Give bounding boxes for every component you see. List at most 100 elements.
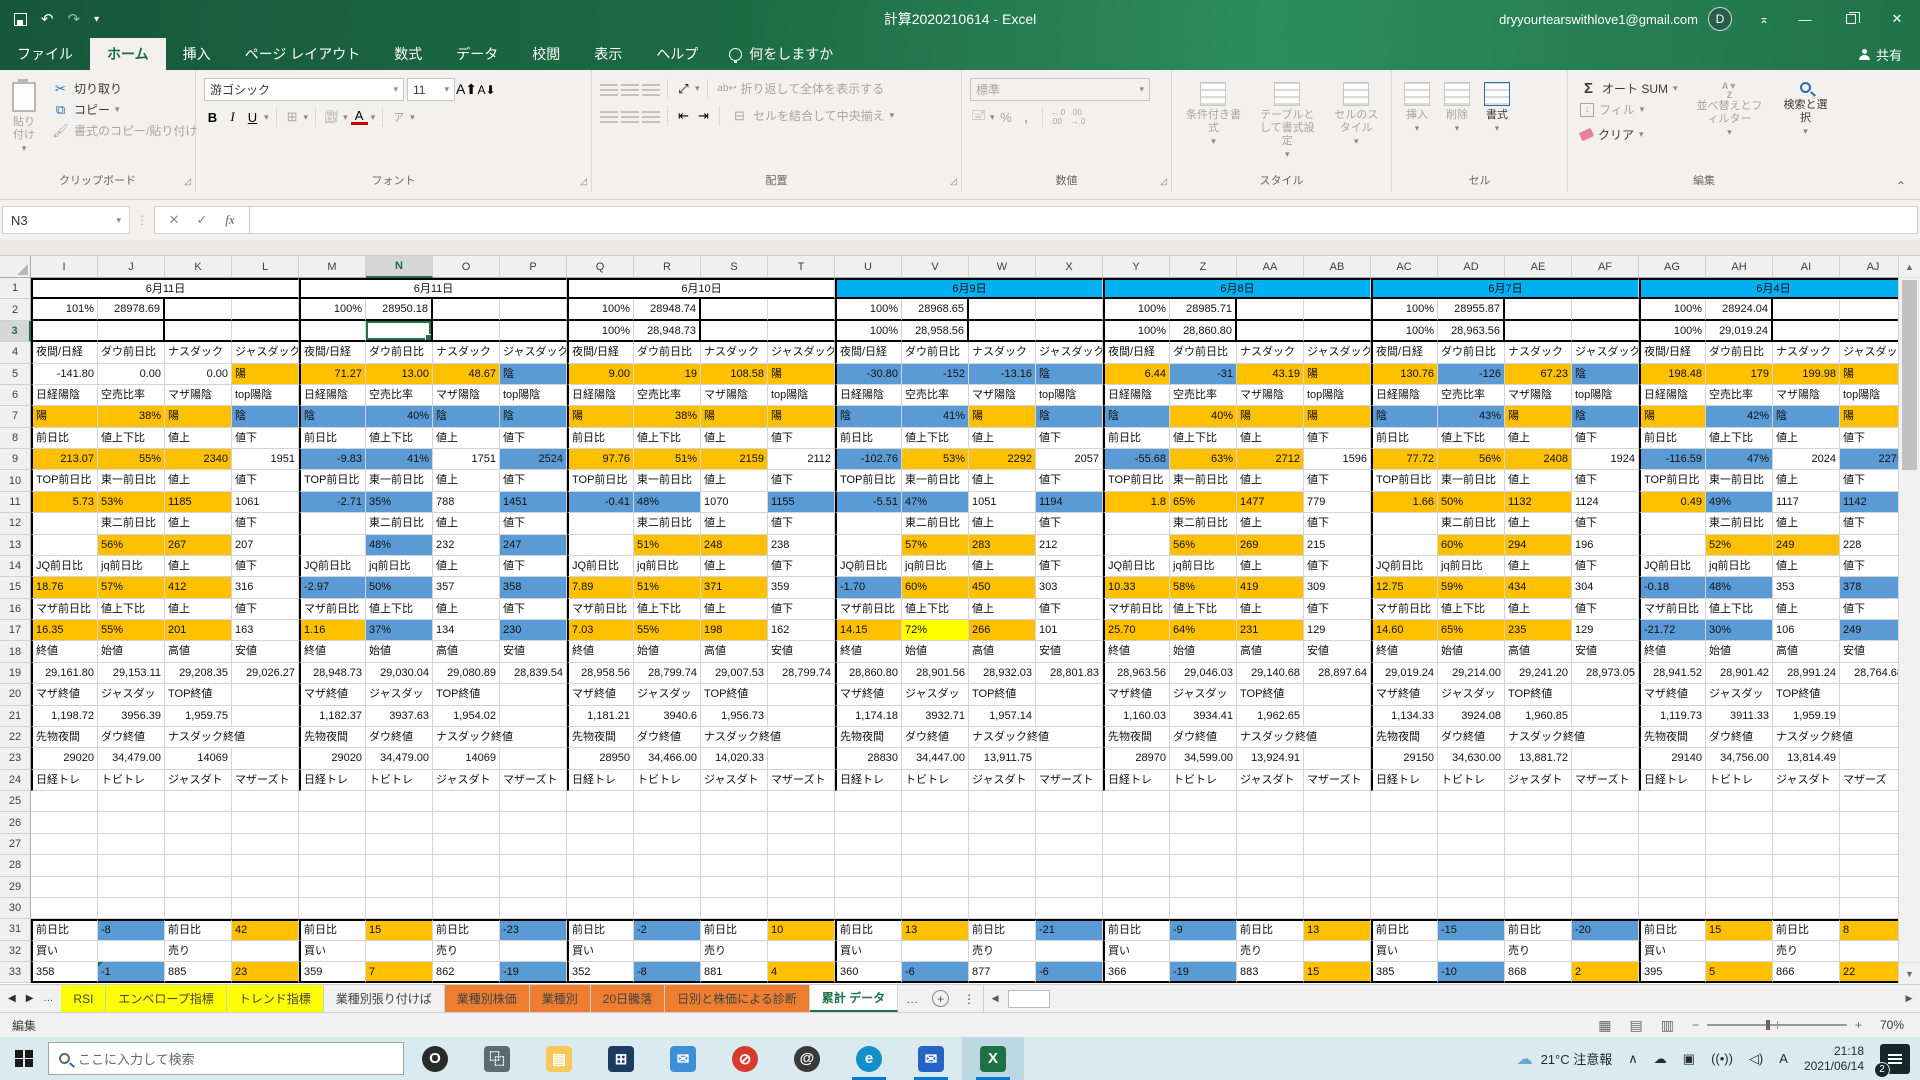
cell-AG1[interactable]: 6月4日 <box>1639 278 1898 299</box>
cell-AJ6[interactable]: top陽陰 <box>1840 385 1898 406</box>
cell-T31[interactable]: 10 <box>768 919 835 940</box>
column-header-AB[interactable]: AB <box>1304 256 1371 278</box>
cell-L25[interactable] <box>232 791 299 812</box>
cell-M24[interactable]: 日経トレ <box>299 770 366 791</box>
cell-AA3[interactable] <box>1237 321 1304 342</box>
cell-J9[interactable]: 55% <box>98 449 165 470</box>
cell-AF2[interactable] <box>1572 299 1639 320</box>
cell-AI22[interactable]: ナスダック終値 <box>1773 727 1898 748</box>
cell-P23[interactable] <box>500 748 567 769</box>
selected-cell-N3[interactable] <box>366 321 433 342</box>
cell-AD14[interactable]: jq前日比 <box>1438 556 1505 577</box>
cell-V13[interactable]: 57% <box>902 535 969 556</box>
cell-O6[interactable]: マザ陽陰 <box>433 385 500 406</box>
cell-AC3[interactable]: 100% <box>1371 321 1438 342</box>
cell-AG24[interactable]: 日経トレ <box>1639 770 1706 791</box>
cell-S29[interactable] <box>701 877 768 898</box>
cell-Z31[interactable]: -9 <box>1170 919 1237 940</box>
cell-AH25[interactable] <box>1706 791 1773 812</box>
cell-M32[interactable]: 買い <box>299 941 366 962</box>
cell-AH18[interactable]: 始値 <box>1706 641 1773 662</box>
cell-K2[interactable] <box>165 299 232 320</box>
cell-Z25[interactable] <box>1170 791 1237 812</box>
cell-R6[interactable]: 空売比率 <box>634 385 701 406</box>
cell-U27[interactable] <box>835 834 902 855</box>
cell-I13[interactable] <box>31 535 98 556</box>
cell-K28[interactable] <box>165 855 232 876</box>
cell-AD32[interactable] <box>1438 941 1505 962</box>
cell-I16[interactable]: マザ前日比 <box>31 599 98 620</box>
cell-S31[interactable]: 前日比 <box>701 919 768 940</box>
cell-W8[interactable]: 値上 <box>969 428 1036 449</box>
cell-AH24[interactable]: トビトレ <box>1706 770 1773 791</box>
cell-AJ2[interactable] <box>1840 299 1898 320</box>
cell-AH11[interactable]: 49% <box>1706 492 1773 513</box>
cell-O9[interactable]: 1751 <box>433 449 500 470</box>
cell-U28[interactable] <box>835 855 902 876</box>
cell-I12[interactable] <box>31 513 98 534</box>
cell-L16[interactable]: 値下 <box>232 599 299 620</box>
cell-AF31[interactable]: -20 <box>1572 919 1639 940</box>
cell-P19[interactable]: 28,839.54 <box>500 663 567 684</box>
cell-AI27[interactable] <box>1773 834 1840 855</box>
cell-Z9[interactable]: 63% <box>1170 449 1237 470</box>
sheet-tabs-overflow-icon[interactable]: … <box>898 985 926 1012</box>
cell-L12[interactable]: 値下 <box>232 513 299 534</box>
cell-Q5[interactable]: 9.00 <box>567 364 634 385</box>
cell-T28[interactable] <box>768 855 835 876</box>
cell-V32[interactable] <box>902 941 969 962</box>
column-header-W[interactable]: W <box>969 256 1036 278</box>
cell-J24[interactable]: トビトレ <box>98 770 165 791</box>
cell-AC9[interactable]: 77.72 <box>1371 449 1438 470</box>
cell-L17[interactable]: 163 <box>232 620 299 641</box>
cell-AA18[interactable]: 高値 <box>1237 641 1304 662</box>
cell-AI28[interactable] <box>1773 855 1840 876</box>
cell-J21[interactable]: 3956.39 <box>98 706 165 727</box>
cell-N5[interactable]: 13.00 <box>366 364 433 385</box>
column-header-AC[interactable]: AC <box>1371 256 1438 278</box>
cell-M6[interactable]: 日経陽陰 <box>299 385 366 406</box>
cell-AB19[interactable]: 28,897.64 <box>1304 663 1371 684</box>
cell-AB15[interactable]: 309 <box>1304 577 1371 598</box>
cell-T27[interactable] <box>768 834 835 855</box>
cell-AD6[interactable]: 空売比率 <box>1438 385 1505 406</box>
cell-M26[interactable] <box>299 812 366 833</box>
cell-X27[interactable] <box>1036 834 1103 855</box>
cell-AC32[interactable]: 買い <box>1371 941 1438 962</box>
tab-formulas[interactable]: 数式 <box>377 38 439 70</box>
cell-M25[interactable] <box>299 791 366 812</box>
cell-M2[interactable]: 100% <box>299 299 366 320</box>
cell-X23[interactable] <box>1036 748 1103 769</box>
cell-W31[interactable]: 前日比 <box>969 919 1036 940</box>
cell-Q9[interactable]: 97.76 <box>567 449 634 470</box>
cell-AB33[interactable]: 15 <box>1304 962 1371 983</box>
cell-AF33[interactable]: 2 <box>1572 962 1639 983</box>
cell-AE31[interactable]: 前日比 <box>1505 919 1572 940</box>
cell-AB16[interactable]: 値下 <box>1304 599 1371 620</box>
cell-P31[interactable]: -23 <box>500 919 567 940</box>
cell-Z22[interactable]: ダウ終値 <box>1170 727 1237 748</box>
cell-N28[interactable] <box>366 855 433 876</box>
cell-AB8[interactable]: 値下 <box>1304 428 1371 449</box>
cell-L14[interactable]: 値下 <box>232 556 299 577</box>
cell-V26[interactable] <box>902 812 969 833</box>
cell-Y17[interactable]: 25.70 <box>1103 620 1170 641</box>
cell-O13[interactable]: 232 <box>433 535 500 556</box>
cell-AB18[interactable]: 安値 <box>1304 641 1371 662</box>
column-header-AE[interactable]: AE <box>1505 256 1572 278</box>
cell-K7[interactable]: 陽 <box>165 406 232 427</box>
cell-K24[interactable]: ジャスダト <box>165 770 232 791</box>
cell-M13[interactable] <box>299 535 366 556</box>
cell-J19[interactable]: 29,153.11 <box>98 663 165 684</box>
cell-X7[interactable]: 陰 <box>1036 406 1103 427</box>
cell-N25[interactable] <box>366 791 433 812</box>
cell-U25[interactable] <box>835 791 902 812</box>
cell-Y25[interactable] <box>1103 791 1170 812</box>
cell-AB24[interactable]: マザーズト <box>1304 770 1371 791</box>
cell-N18[interactable]: 始値 <box>366 641 433 662</box>
cell-R12[interactable]: 東二前日比 <box>634 513 701 534</box>
cell-J23[interactable]: 34,479.00 <box>98 748 165 769</box>
cell-Y16[interactable]: マザ前日比 <box>1103 599 1170 620</box>
cell-Z27[interactable] <box>1170 834 1237 855</box>
cell-S13[interactable]: 248 <box>701 535 768 556</box>
